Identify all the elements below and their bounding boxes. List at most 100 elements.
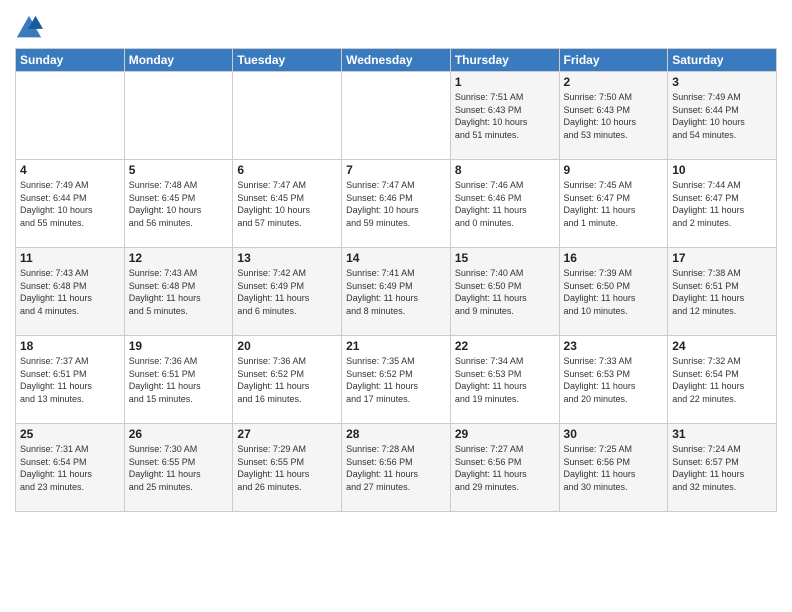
day-info: Sunrise: 7:43 AM Sunset: 6:48 PM Dayligh…	[20, 267, 120, 317]
day-cell: 1 Sunrise: 7:51 AM Sunset: 6:43 PM Daylig…	[450, 72, 559, 160]
day-info: Sunrise: 7:50 AM Sunset: 6:43 PM Dayligh…	[564, 91, 664, 141]
day-info: Sunrise: 7:47 AM Sunset: 6:45 PM Dayligh…	[237, 179, 337, 229]
day-cell: 24 Sunrise: 7:32 AM Sunset: 6:54 PM Dayli…	[668, 336, 777, 424]
day-number: 6	[237, 163, 337, 177]
day-number: 28	[346, 427, 446, 441]
day-cell: 17 Sunrise: 7:38 AM Sunset: 6:51 PM Dayli…	[668, 248, 777, 336]
day-number: 3	[672, 75, 772, 89]
day-cell: 10Sunrise: 7:44 AM Sunset: 6:47 PM Dayli…	[668, 160, 777, 248]
day-number: 4	[20, 163, 120, 177]
day-cell	[124, 72, 233, 160]
day-cell: 15 Sunrise: 7:40 AM Sunset: 6:50 PM Dayli…	[450, 248, 559, 336]
day-number: 23	[564, 339, 664, 353]
day-info: Sunrise: 7:27 AM Sunset: 6:56 PM Dayligh…	[455, 443, 555, 493]
day-cell: 29 Sunrise: 7:27 AM Sunset: 6:56 PM Dayli…	[450, 424, 559, 512]
day-cell: 7Sunrise: 7:47 AM Sunset: 6:46 PM Daylig…	[342, 160, 451, 248]
day-info: Sunrise: 7:36 AM Sunset: 6:52 PM Dayligh…	[237, 355, 337, 405]
week-row-1: 1 Sunrise: 7:51 AM Sunset: 6:43 PM Daylig…	[16, 72, 777, 160]
day-cell: 16 Sunrise: 7:39 AM Sunset: 6:50 PM Dayli…	[559, 248, 668, 336]
day-cell: 14 Sunrise: 7:41 AM Sunset: 6:49 PM Dayli…	[342, 248, 451, 336]
day-number: 18	[20, 339, 120, 353]
day-cell: 8Sunrise: 7:46 AM Sunset: 6:46 PM Daylig…	[450, 160, 559, 248]
weekday-header-sunday: Sunday	[16, 49, 125, 72]
day-info: Sunrise: 7:49 AM Sunset: 6:44 PM Dayligh…	[672, 91, 772, 141]
day-info: Sunrise: 7:31 AM Sunset: 6:54 PM Dayligh…	[20, 443, 120, 493]
weekday-header-row: SundayMondayTuesdayWednesdayThursdayFrid…	[16, 49, 777, 72]
day-info: Sunrise: 7:34 AM Sunset: 6:53 PM Dayligh…	[455, 355, 555, 405]
day-cell: 30 Sunrise: 7:25 AM Sunset: 6:56 PM Dayli…	[559, 424, 668, 512]
day-cell: 9Sunrise: 7:45 AM Sunset: 6:47 PM Daylig…	[559, 160, 668, 248]
day-info: Sunrise: 7:41 AM Sunset: 6:49 PM Dayligh…	[346, 267, 446, 317]
day-number: 5	[129, 163, 229, 177]
day-cell: 5 Sunrise: 7:48 AM Sunset: 6:45 PM Daylig…	[124, 160, 233, 248]
day-info: Sunrise: 7:39 AM Sunset: 6:50 PM Dayligh…	[564, 267, 664, 317]
day-number: 14	[346, 251, 446, 265]
day-cell: 25Sunrise: 7:31 AM Sunset: 6:54 PM Dayli…	[16, 424, 125, 512]
day-number: 20	[237, 339, 337, 353]
day-cell: 26 Sunrise: 7:30 AM Sunset: 6:55 PM Dayli…	[124, 424, 233, 512]
day-info: Sunrise: 7:36 AM Sunset: 6:51 PM Dayligh…	[129, 355, 229, 405]
day-info: Sunrise: 7:43 AM Sunset: 6:48 PM Dayligh…	[129, 267, 229, 317]
day-info: Sunrise: 7:42 AM Sunset: 6:49 PM Dayligh…	[237, 267, 337, 317]
day-cell: 23 Sunrise: 7:33 AM Sunset: 6:53 PM Dayli…	[559, 336, 668, 424]
day-cell: 4 Sunrise: 7:49 AM Sunset: 6:44 PM Daylig…	[16, 160, 125, 248]
day-cell: 31 Sunrise: 7:24 AM Sunset: 6:57 PM Dayli…	[668, 424, 777, 512]
weekday-header-friday: Friday	[559, 49, 668, 72]
day-cell: 11 Sunrise: 7:43 AM Sunset: 6:48 PM Dayli…	[16, 248, 125, 336]
day-number: 11	[20, 251, 120, 265]
day-number: 9	[564, 163, 664, 177]
day-info: Sunrise: 7:38 AM Sunset: 6:51 PM Dayligh…	[672, 267, 772, 317]
day-cell	[342, 72, 451, 160]
day-number: 24	[672, 339, 772, 353]
day-info: Sunrise: 7:49 AM Sunset: 6:44 PM Dayligh…	[20, 179, 120, 229]
day-number: 16	[564, 251, 664, 265]
day-info: Sunrise: 7:35 AM Sunset: 6:52 PM Dayligh…	[346, 355, 446, 405]
day-cell: 18 Sunrise: 7:37 AM Sunset: 6:51 PM Dayli…	[16, 336, 125, 424]
logo	[15, 14, 46, 42]
week-row-2: 4 Sunrise: 7:49 AM Sunset: 6:44 PM Daylig…	[16, 160, 777, 248]
day-cell: 2 Sunrise: 7:50 AM Sunset: 6:43 PM Daylig…	[559, 72, 668, 160]
day-info: Sunrise: 7:40 AM Sunset: 6:50 PM Dayligh…	[455, 267, 555, 317]
calendar-table: SundayMondayTuesdayWednesdayThursdayFrid…	[15, 48, 777, 512]
day-number: 26	[129, 427, 229, 441]
day-info: Sunrise: 7:25 AM Sunset: 6:56 PM Dayligh…	[564, 443, 664, 493]
day-info: Sunrise: 7:32 AM Sunset: 6:54 PM Dayligh…	[672, 355, 772, 405]
day-info: Sunrise: 7:48 AM Sunset: 6:45 PM Dayligh…	[129, 179, 229, 229]
day-info: Sunrise: 7:37 AM Sunset: 6:51 PM Dayligh…	[20, 355, 120, 405]
day-number: 29	[455, 427, 555, 441]
day-number: 15	[455, 251, 555, 265]
week-row-5: 25Sunrise: 7:31 AM Sunset: 6:54 PM Dayli…	[16, 424, 777, 512]
day-info: Sunrise: 7:47 AM Sunset: 6:46 PM Dayligh…	[346, 179, 446, 229]
weekday-header-saturday: Saturday	[668, 49, 777, 72]
day-number: 12	[129, 251, 229, 265]
day-number: 13	[237, 251, 337, 265]
day-info: Sunrise: 7:33 AM Sunset: 6:53 PM Dayligh…	[564, 355, 664, 405]
day-info: Sunrise: 7:30 AM Sunset: 6:55 PM Dayligh…	[129, 443, 229, 493]
day-number: 21	[346, 339, 446, 353]
day-number: 1	[455, 75, 555, 89]
day-cell: 20 Sunrise: 7:36 AM Sunset: 6:52 PM Dayli…	[233, 336, 342, 424]
page: SundayMondayTuesdayWednesdayThursdayFrid…	[0, 0, 792, 612]
day-number: 2	[564, 75, 664, 89]
day-number: 31	[672, 427, 772, 441]
week-row-3: 11 Sunrise: 7:43 AM Sunset: 6:48 PM Dayli…	[16, 248, 777, 336]
day-cell: 6 Sunrise: 7:47 AM Sunset: 6:45 PM Daylig…	[233, 160, 342, 248]
day-cell: 12 Sunrise: 7:43 AM Sunset: 6:48 PM Dayli…	[124, 248, 233, 336]
logo-icon	[15, 14, 43, 42]
day-info: Sunrise: 7:44 AM Sunset: 6:47 PM Dayligh…	[672, 179, 772, 229]
day-cell	[233, 72, 342, 160]
day-number: 22	[455, 339, 555, 353]
day-number: 19	[129, 339, 229, 353]
weekday-header-monday: Monday	[124, 49, 233, 72]
day-number: 27	[237, 427, 337, 441]
week-row-4: 18 Sunrise: 7:37 AM Sunset: 6:51 PM Dayli…	[16, 336, 777, 424]
day-cell: 13 Sunrise: 7:42 AM Sunset: 6:49 PM Dayli…	[233, 248, 342, 336]
day-number: 8	[455, 163, 555, 177]
day-info: Sunrise: 7:51 AM Sunset: 6:43 PM Dayligh…	[455, 91, 555, 141]
day-info: Sunrise: 7:24 AM Sunset: 6:57 PM Dayligh…	[672, 443, 772, 493]
day-number: 30	[564, 427, 664, 441]
header	[15, 10, 777, 42]
day-cell: 19 Sunrise: 7:36 AM Sunset: 6:51 PM Dayli…	[124, 336, 233, 424]
day-cell: 3 Sunrise: 7:49 AM Sunset: 6:44 PM Daylig…	[668, 72, 777, 160]
day-number: 17	[672, 251, 772, 265]
